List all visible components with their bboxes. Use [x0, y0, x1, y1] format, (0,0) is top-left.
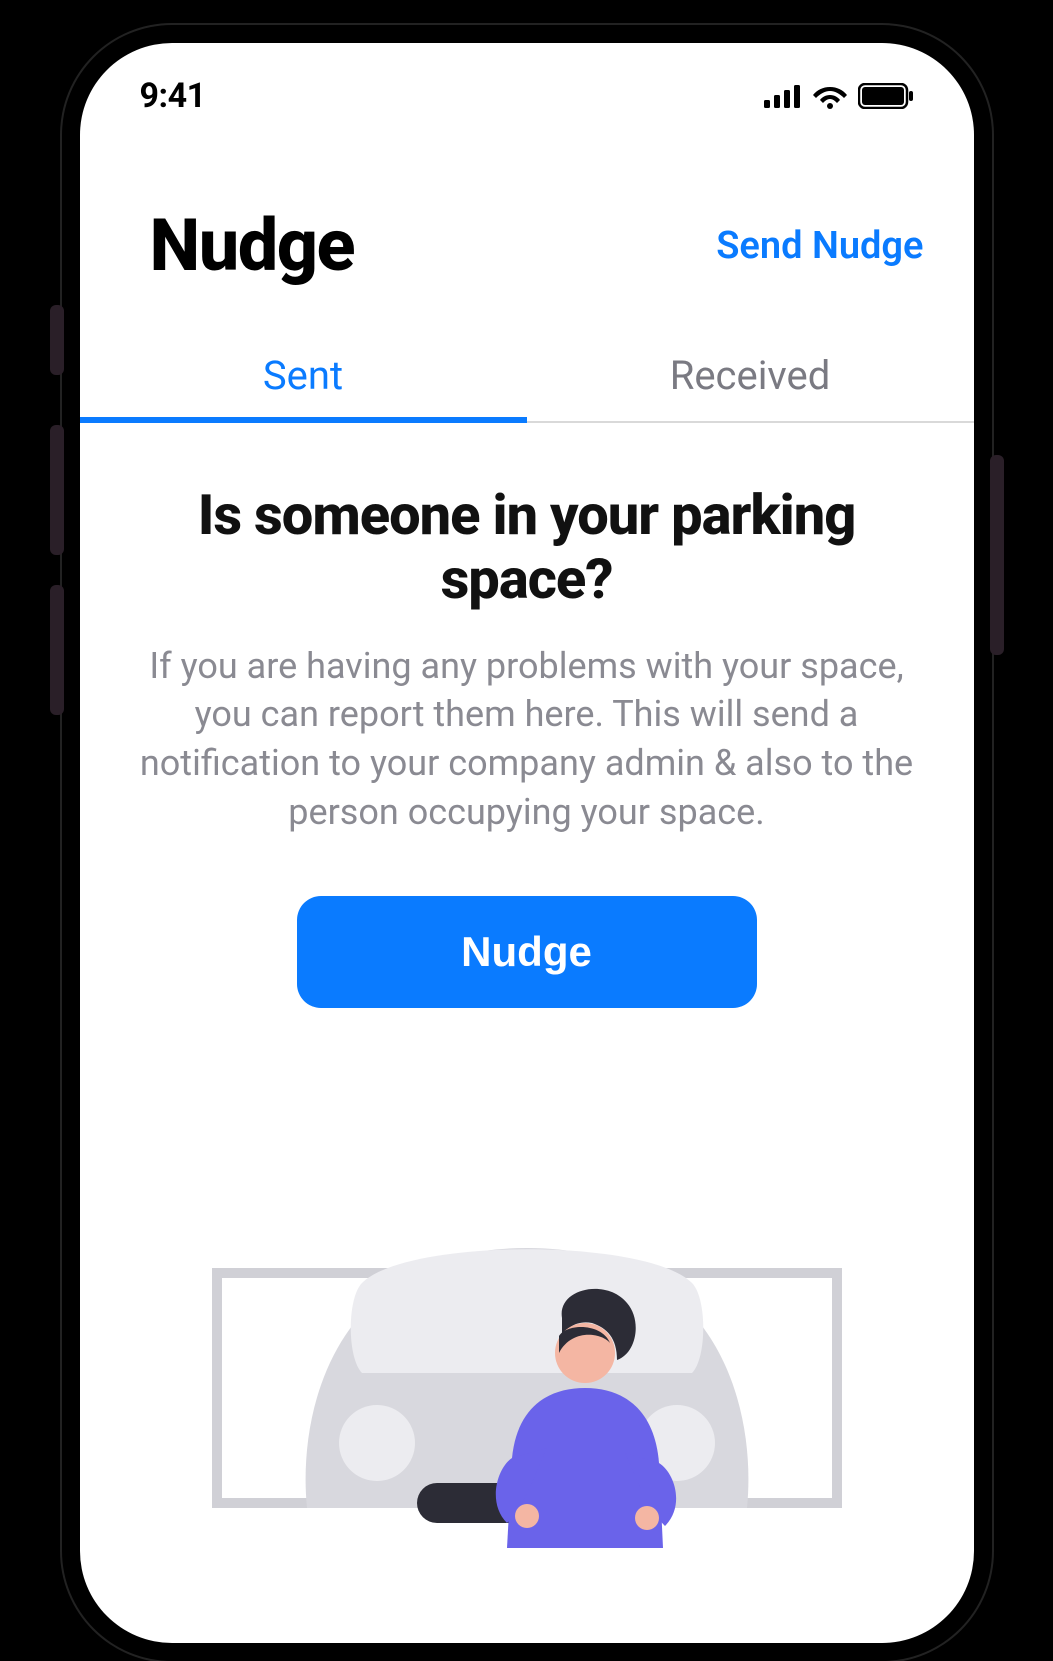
car-person-illustration: [130, 1128, 924, 1548]
phone-side-button: [50, 425, 64, 555]
page-header: Nudge Send Nudge: [80, 133, 974, 328]
status-time: 9:41: [140, 76, 206, 116]
page-title: Nudge: [150, 203, 355, 288]
tab-sent[interactable]: Sent: [80, 328, 527, 421]
content-heading: Is someone in your parking space?: [130, 483, 924, 612]
nudge-button[interactable]: Nudge: [297, 896, 757, 1008]
cellular-icon: [764, 84, 802, 108]
status-indicators: [764, 83, 914, 109]
wifi-icon: [812, 83, 848, 109]
battery-icon: [858, 83, 914, 109]
phone-side-button: [990, 455, 1004, 655]
phone-screen: 9:41: [80, 43, 974, 1643]
phone-frame: 9:41: [62, 25, 992, 1661]
status-bar: 9:41: [80, 43, 974, 133]
content-body: If you are having any problems with your…: [130, 642, 924, 836]
tab-received[interactable]: Received: [527, 328, 974, 421]
tabs: Sent Received: [80, 328, 974, 423]
content: Is someone in your parking space? If you…: [80, 423, 974, 1548]
phone-side-button: [50, 305, 64, 375]
send-nudge-button[interactable]: Send Nudge: [716, 224, 923, 268]
phone-side-button: [50, 585, 64, 715]
